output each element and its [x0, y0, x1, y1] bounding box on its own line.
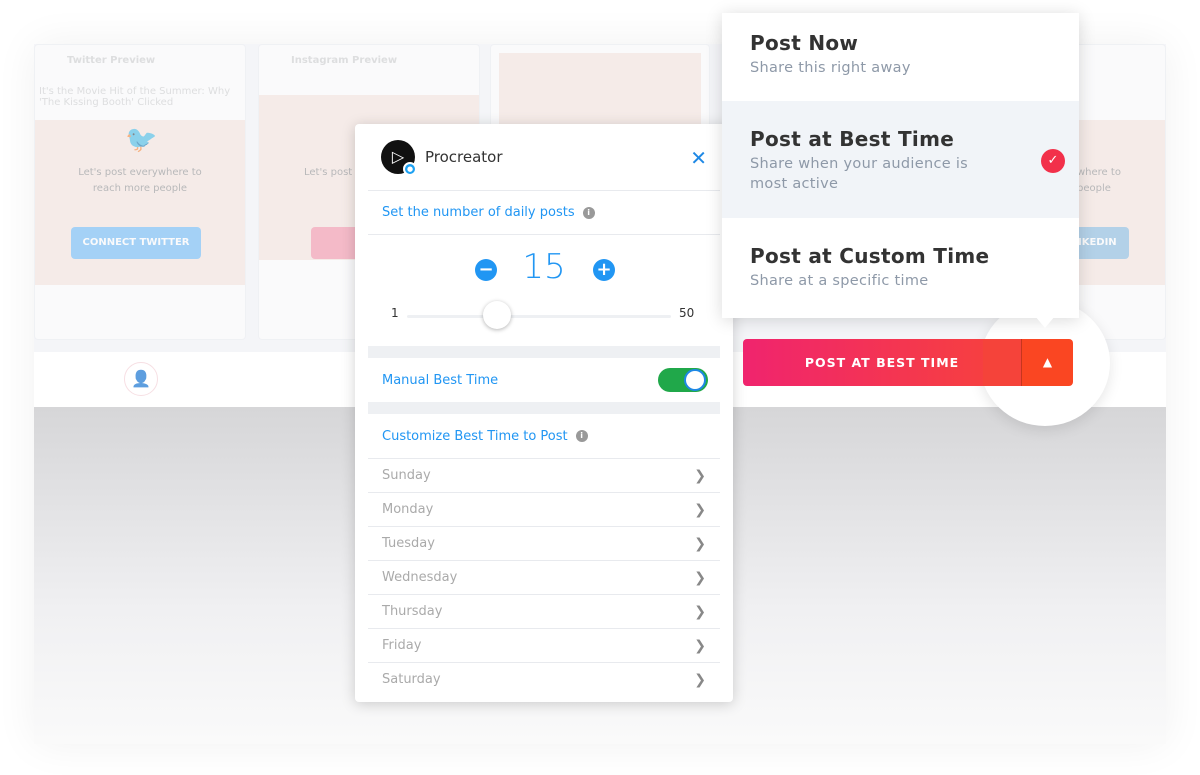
account-name: Procreator	[425, 148, 503, 166]
daily-posts-slider[interactable]	[407, 315, 671, 318]
manual-best-time-row: Manual Best Time	[368, 358, 720, 402]
daily-posts-label: Set the number of daily posts	[382, 205, 575, 220]
add-user-icon[interactable]: 👤	[124, 362, 158, 396]
option-subtitle: Share at a specific time	[750, 273, 929, 289]
best-time-settings-panel: ▷ ● Procreator ✕ Set the number of daily …	[355, 124, 733, 702]
divider	[368, 402, 720, 414]
day-row-thursday[interactable]: Thursday ❯	[368, 594, 720, 628]
day-row-saturday[interactable]: Saturday ❯	[368, 662, 720, 696]
card-title: Twitter Preview	[67, 55, 156, 66]
daily-posts-section: Set the number of daily posts i	[368, 190, 720, 234]
option-title: Post at Best Time	[750, 127, 955, 151]
slider-min-label: 1	[391, 306, 399, 320]
daily-posts-stepper: − 15 +	[368, 234, 720, 346]
divider	[368, 346, 720, 358]
option-post-at-custom-time[interactable]: Post at Custom Time Share at a specific …	[722, 218, 1079, 318]
day-row-tuesday[interactable]: Tuesday ❯	[368, 526, 720, 560]
slider-max-label: 50	[679, 306, 695, 320]
twitter-badge-icon: ●	[403, 162, 417, 176]
chevron-right-icon: ❯	[694, 569, 706, 586]
day-label: Wednesday	[382, 570, 458, 585]
caret-up-icon[interactable]: ▲	[1021, 339, 1073, 386]
button-fill	[983, 339, 1021, 386]
card-headline: It's the Movie Hit of the Summer: Why 'T…	[39, 86, 231, 108]
chevron-right-icon: ❯	[694, 671, 706, 688]
selected-check-icon: ✓	[1041, 149, 1065, 173]
account-avatar: ▷ ●	[381, 140, 417, 176]
connect-twitter-button[interactable]: CONNECT TWITTER	[71, 227, 201, 259]
day-label: Saturday	[382, 672, 441, 687]
twitter-preview-card: Twitter Preview It's the Movie Hit of th…	[34, 44, 246, 340]
daily-posts-value: 15	[522, 247, 566, 287]
info-icon[interactable]: i	[582, 206, 595, 219]
manual-best-time-toggle[interactable]	[658, 368, 708, 392]
manual-best-time-label: Manual Best Time	[382, 372, 499, 388]
day-label: Sunday	[382, 468, 431, 483]
option-title: Post Now	[750, 31, 859, 55]
increment-button[interactable]: +	[593, 259, 615, 281]
panel-header: ▷ ● Procreator ✕	[355, 124, 733, 190]
customize-label: Customize Best Time to Post	[382, 428, 568, 444]
chevron-right-icon: ❯	[694, 535, 706, 552]
twitter-bird-icon: 🐦	[125, 125, 158, 155]
close-icon[interactable]: ✕	[690, 146, 707, 170]
option-subtitle: Share this right away	[750, 60, 911, 76]
chevron-right-icon: ❯	[694, 501, 706, 518]
day-label: Thursday	[382, 604, 443, 619]
day-row-sunday[interactable]: Sunday ❯	[368, 458, 720, 492]
chevron-right-icon: ❯	[694, 603, 706, 620]
option-subtitle: Share when your audience is most active	[750, 156, 969, 192]
chevron-right-icon: ❯	[694, 467, 706, 484]
card-title: Instagram Preview	[291, 55, 398, 66]
day-row-friday[interactable]: Friday ❯	[368, 628, 720, 662]
chevron-right-icon: ❯	[694, 637, 706, 654]
card-message: where to people	[1077, 167, 1121, 194]
menu-pointer	[1035, 316, 1055, 328]
day-label: Monday	[382, 502, 434, 517]
day-label: Friday	[382, 638, 422, 653]
post-at-best-time-button[interactable]: POST AT BEST TIME	[743, 339, 1021, 386]
day-label: Tuesday	[382, 536, 435, 551]
day-row-monday[interactable]: Monday ❯	[368, 492, 720, 526]
option-post-at-best-time[interactable]: Post at Best Time Share when your audien…	[722, 101, 1079, 218]
card-message: Let's post everywhere to reach more peop…	[78, 167, 202, 194]
option-title: Post at Custom Time	[750, 244, 990, 268]
day-row-wednesday[interactable]: Wednesday ❯	[368, 560, 720, 594]
info-icon[interactable]: i	[575, 430, 588, 442]
post-options-menu: Post Now Share this right away Post at B…	[722, 13, 1079, 318]
customize-section: Customize Best Time to Post i	[368, 414, 720, 458]
option-post-now[interactable]: Post Now Share this right away	[722, 13, 1079, 101]
